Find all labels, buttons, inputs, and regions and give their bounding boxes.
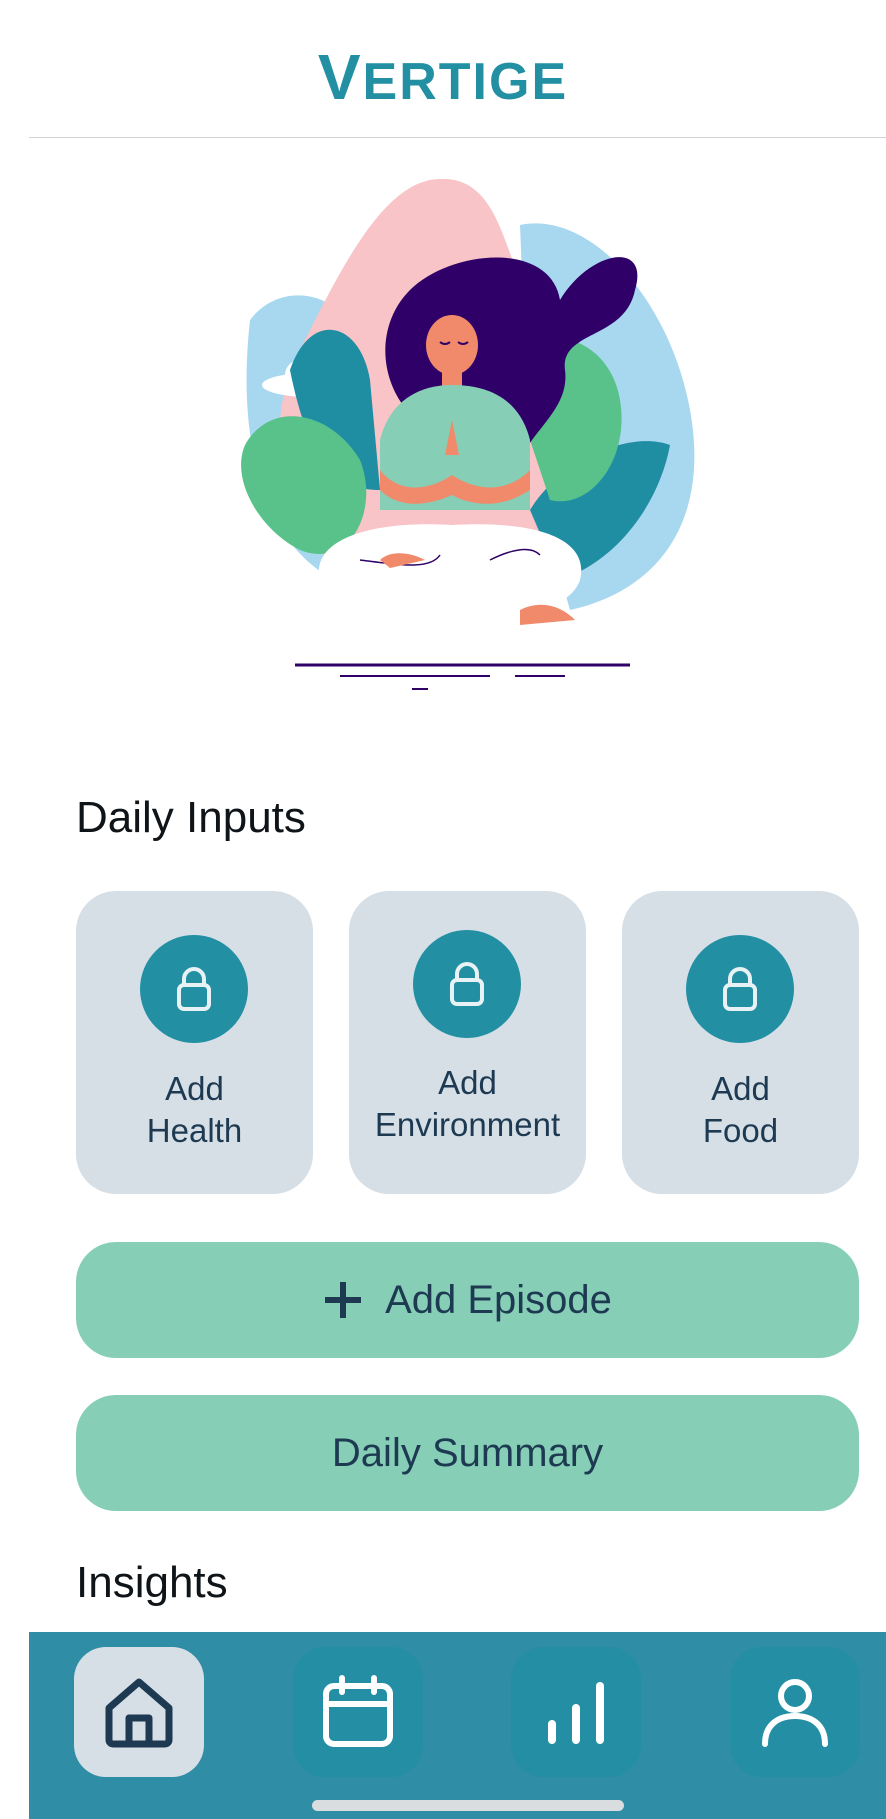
add-health-label: Add Health (76, 1068, 313, 1152)
plus-icon (323, 1280, 363, 1320)
daily-inputs-heading: Daily Inputs (76, 793, 306, 842)
add-food-label: Add Food (622, 1068, 859, 1152)
add-episode-button[interactable]: Add Episode (76, 1242, 859, 1358)
app-title-initial: V (317, 41, 363, 113)
app-title-rest: ERTIGE (362, 53, 569, 111)
add-food-card[interactable]: Add Food (622, 891, 859, 1194)
tab-calendar[interactable] (293, 1647, 423, 1777)
lock-icon (140, 935, 248, 1043)
insights-heading: Insights (76, 1558, 228, 1607)
meditation-illustration (230, 170, 710, 700)
add-environment-label: Add Environment (349, 1062, 586, 1146)
lock-icon (686, 935, 794, 1043)
daily-summary-button[interactable]: Daily Summary (76, 1395, 859, 1511)
profile-icon (762, 1679, 828, 1747)
card-label-line1: Add (165, 1070, 224, 1107)
header-divider (29, 137, 886, 138)
home-icon (105, 1678, 173, 1748)
add-episode-label: Add Episode (385, 1277, 612, 1322)
home-indicator[interactable] (312, 1800, 624, 1811)
app-title: VERTIGE (0, 40, 886, 114)
card-label-line1: Add (438, 1064, 497, 1101)
card-label-line2: Environment (374, 1106, 561, 1143)
lock-icon (413, 930, 521, 1038)
bottom-tab-bar (29, 1632, 886, 1819)
daily-summary-label: Daily Summary (331, 1430, 604, 1475)
bar-chart-icon (548, 1682, 604, 1744)
card-label-line1: Add (711, 1070, 770, 1107)
calendar-icon (323, 1675, 393, 1747)
app-header: VERTIGE (0, 0, 886, 138)
tab-stats[interactable] (511, 1647, 641, 1777)
add-environment-card[interactable]: Add Environment (349, 891, 586, 1194)
card-label-line2: Food (702, 1112, 779, 1149)
add-health-card[interactable]: Add Health (76, 891, 313, 1194)
card-label-line2: Health (146, 1112, 243, 1149)
tab-profile[interactable] (730, 1647, 860, 1777)
tab-home[interactable] (74, 1647, 204, 1777)
